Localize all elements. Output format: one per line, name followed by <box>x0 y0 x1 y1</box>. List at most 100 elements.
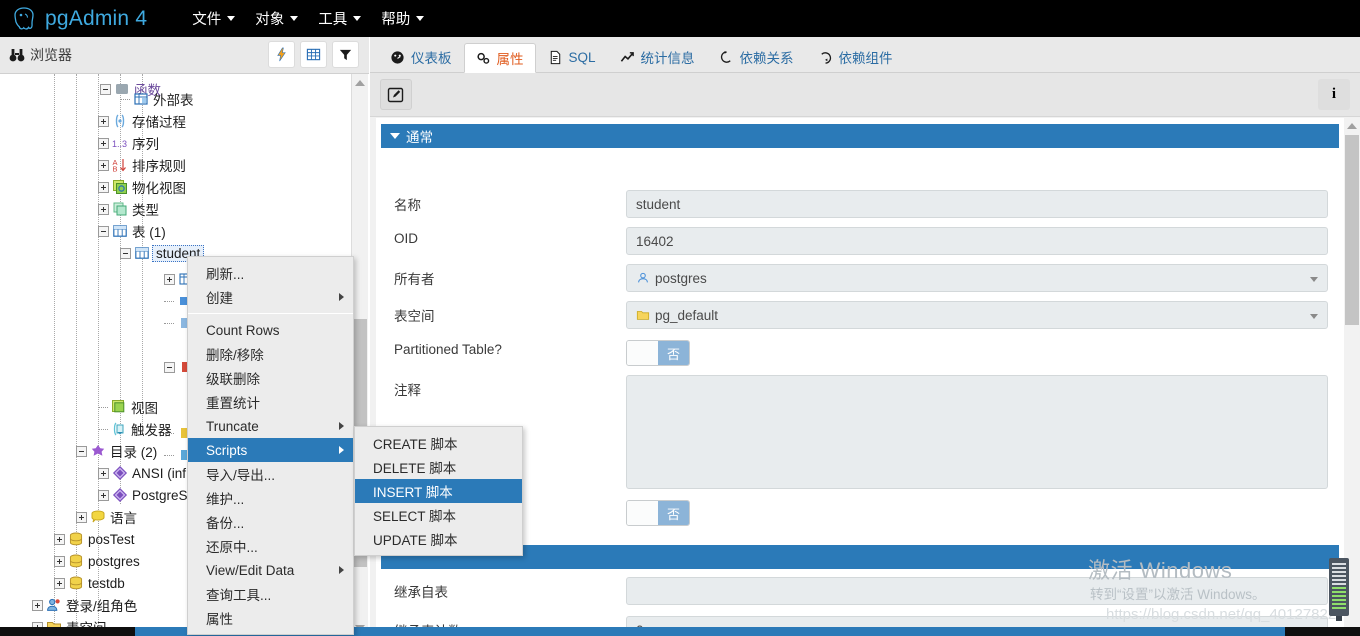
collapse-icon[interactable] <box>76 445 87 457</box>
expand-icon[interactable] <box>54 533 65 545</box>
tree-item-[interactable]: A B 排序规则 <box>98 154 186 176</box>
ctx-properties[interactable]: 属性 <box>188 606 353 630</box>
menu-file[interactable]: 文件 <box>182 4 245 33</box>
expand-icon[interactable] <box>98 137 109 149</box>
info-icon[interactable]: i <box>1318 79 1350 110</box>
ctx-reset-stats[interactable]: 重置统计 <box>188 390 353 414</box>
input-name[interactable]: student <box>626 190 1328 218</box>
textarea-comment[interactable] <box>626 375 1328 489</box>
script-insert[interactable]: INSERT 脚本 <box>355 479 522 503</box>
object-toolbar: i <box>370 73 1360 117</box>
ctx-count-rows[interactable]: Count Rows <box>188 318 353 342</box>
filter-icon[interactable] <box>332 41 359 68</box>
tab-dependents[interactable]: 依赖组件 <box>806 42 905 72</box>
toggle-off-side[interactable] <box>627 501 658 525</box>
server-rack-icon <box>1329 558 1349 621</box>
dependencies-icon <box>720 50 731 63</box>
expander-icon[interactable] <box>100 83 111 95</box>
tab-properties[interactable]: 属性 <box>463 43 536 73</box>
ctx-backup[interactable]: 备份... <box>188 510 353 534</box>
tree-item-label: postgres <box>88 553 140 569</box>
input-oid[interactable]: 16402 <box>626 227 1328 255</box>
ctx-maintenance[interactable]: 维护... <box>188 486 353 510</box>
tree-item-[interactable]: 外部表 <box>120 88 194 110</box>
tab-properties-label: 属性 <box>496 52 524 67</box>
ctx-query-tool[interactable]: 查询工具... <box>188 582 353 606</box>
section-header-general[interactable]: 通常 <box>381 124 1339 148</box>
tree-item-[interactable]: 1..3 序列 <box>98 132 159 154</box>
toggle-on-side[interactable]: 否 <box>658 341 689 365</box>
expand-icon[interactable] <box>98 159 109 171</box>
ctx-restore[interactable]: 还原中... <box>188 534 353 558</box>
scroll-up-icon[interactable] <box>352 74 368 91</box>
tree-item-[interactable]: 语言 <box>76 506 137 528</box>
label-name: 名称 <box>394 198 421 213</box>
edit-pencil-icon[interactable] <box>380 79 412 110</box>
script-delete[interactable]: DELETE 脚本 <box>355 455 522 479</box>
grid-icon[interactable] <box>300 41 327 68</box>
toggle-partitioned[interactable]: 否 <box>626 340 690 366</box>
expand-icon[interactable] <box>76 511 87 523</box>
toggle-secondary[interactable]: 否 <box>626 500 690 526</box>
script-update[interactable]: UPDATE 脚本 <box>355 527 522 551</box>
ctx-view-edit-data[interactable]: View/Edit Data <box>188 558 353 582</box>
tree-item-[interactable]: 登录/组角色 <box>32 594 137 616</box>
scripts-submenu[interactable]: CREATE 脚本 DELETE 脚本 INSERT 脚本 SELECT 脚本 UPDA… <box>354 426 523 556</box>
tree-item-postgres[interactable]: postgres <box>54 550 140 572</box>
tree-item-postest[interactable]: posTest <box>54 528 135 550</box>
expander-icon[interactable] <box>164 273 175 285</box>
expand-icon[interactable] <box>98 489 109 501</box>
tab-dashboard[interactable]: 仪表板 <box>378 42 464 72</box>
tree-item-label: PostgreS <box>132 487 188 503</box>
ctx-drop-cascade[interactable]: 级联删除 <box>188 366 353 390</box>
tree-item-[interactable]: 类型 <box>98 198 159 220</box>
ctx-scripts[interactable]: Scripts <box>188 438 353 462</box>
script-update-label: UPDATE 脚本 <box>373 533 458 548</box>
database-icon <box>68 531 84 547</box>
expand-icon[interactable] <box>54 577 65 589</box>
tab-dependencies[interactable]: 依赖关系 <box>707 42 806 72</box>
expander-icon[interactable] <box>164 361 175 373</box>
expand-icon[interactable] <box>54 555 65 567</box>
ctx-delete-remove[interactable]: 删除/移除 <box>188 342 353 366</box>
tree-item-[interactable]: 视图 <box>98 396 158 418</box>
toggle-on-side[interactable]: 否 <box>658 501 689 525</box>
collapse-icon[interactable] <box>120 247 131 259</box>
script-select[interactable]: SELECT 脚本 <box>355 503 522 527</box>
ctx-truncate-label: Truncate <box>206 418 259 434</box>
tree-item-postgres[interactable]: PostgreS <box>98 484 188 506</box>
menu-help[interactable]: 帮助 <box>371 4 434 33</box>
scrollbar-thumb[interactable] <box>1345 135 1359 325</box>
tree-item-[interactable]: 物化视图 <box>98 176 186 198</box>
svg-text:B: B <box>113 165 118 174</box>
ctx-create[interactable]: 创建 <box>188 285 353 309</box>
tree-item-2[interactable]: 目录 (2) <box>76 440 157 462</box>
select-tablespace[interactable]: pg_default <box>626 301 1328 329</box>
expand-icon[interactable] <box>98 203 109 215</box>
ctx-truncate[interactable]: Truncate <box>188 414 353 438</box>
menu-object[interactable]: 对象 <box>245 4 308 33</box>
app-title: pgAdmin 4 <box>45 6 148 30</box>
scroll-up-icon[interactable] <box>1344 118 1360 134</box>
select-owner[interactable]: postgres <box>626 264 1328 292</box>
collapse-icon[interactable] <box>98 225 109 237</box>
lightning-icon[interactable] <box>268 41 295 68</box>
tree-item-1[interactable]: 表 (1) <box>98 220 166 242</box>
context-menu[interactable]: 刷新... 创建 Count Rows 删除/移除级联删除重置统计 Truncate Sc… <box>187 256 354 635</box>
toggle-off-side[interactable] <box>627 341 658 365</box>
ctx-drop-cascade-label: 级联删除 <box>206 372 260 387</box>
ctx-reset-stats-label: 重置统计 <box>206 396 260 411</box>
expand-icon[interactable] <box>98 467 109 479</box>
script-create[interactable]: CREATE 脚本 <box>355 431 522 455</box>
tab-statistics[interactable]: 统计信息 <box>608 42 707 72</box>
ctx-import-export[interactable]: 导入/导出... <box>188 462 353 486</box>
menu-tools[interactable]: 工具 <box>308 4 371 33</box>
tree-item-testdb[interactable]: testdb <box>54 572 125 594</box>
expand-icon[interactable] <box>98 181 109 193</box>
ctx-refresh[interactable]: 刷新... <box>188 261 353 285</box>
tree-item-[interactable]: 存储过程 <box>98 110 186 132</box>
expand-icon[interactable] <box>98 115 109 127</box>
tree-item-[interactable]: 触发器 <box>98 418 172 440</box>
tab-sql[interactable]: SQL <box>536 42 608 72</box>
expand-icon[interactable] <box>32 599 43 611</box>
